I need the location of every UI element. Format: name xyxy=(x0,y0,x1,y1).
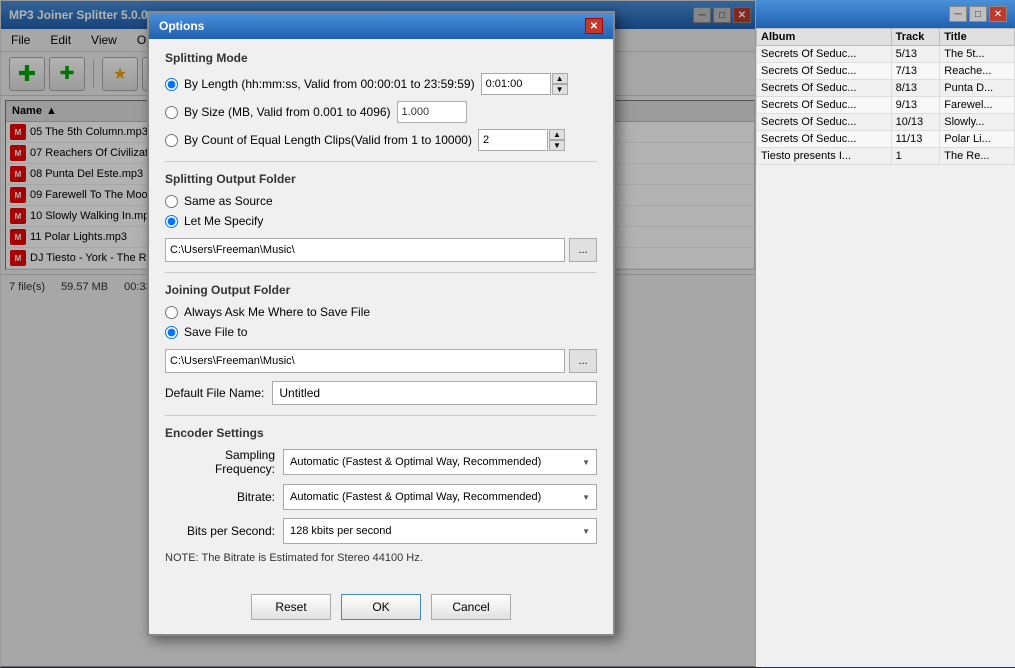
dialog-overlay: Options ✕ Splitting Mode By Length (hh:m… xyxy=(1,1,761,668)
by-size-row: By Size (MB, Valid from 0.001 to 4096) 1… xyxy=(165,101,597,123)
length-down-arrow[interactable]: ▼ xyxy=(552,84,568,95)
splitting-output-label: Splitting Output Folder xyxy=(165,172,597,186)
table-row[interactable]: Secrets Of Seduc... 10/13 Slowly... xyxy=(757,114,1015,131)
bitrate-arrow: ▼ xyxy=(582,493,590,502)
sampling-freq-row: Sampling Frequency: Automatic (Fastest &… xyxy=(165,448,597,476)
join-path-input[interactable] xyxy=(165,349,565,373)
main-window: MP3 Joiner Splitter 5.0.0 ─ □ ✕ File Edi… xyxy=(0,0,760,667)
encoder-note: NOTE: The Bitrate is Estimated for Stere… xyxy=(165,552,597,564)
table-row[interactable]: Secrets Of Seduc... 9/13 Farewel... xyxy=(757,97,1015,114)
encoder-settings-label: Encoder Settings xyxy=(165,426,597,440)
splitting-output-group: Same as Source Let Me Specify xyxy=(165,194,597,228)
length-spin-wrapper: 0:01:00 ▲ ▼ xyxy=(481,73,568,95)
joining-output-label: Joining Output Folder xyxy=(165,283,597,297)
save-file-to-row: Save File to xyxy=(165,325,597,339)
count-down-arrow[interactable]: ▼ xyxy=(549,140,565,151)
default-filename-value: Untitled xyxy=(272,381,597,405)
dialog-title-text: Options xyxy=(159,19,204,33)
bits-per-sec-row: Bits per Second: 128 kbits per second ▼ xyxy=(165,518,597,544)
same-as-source-row: Same as Source xyxy=(165,194,597,208)
split-path-row: ... xyxy=(165,238,597,262)
by-count-radio[interactable] xyxy=(165,134,178,147)
always-ask-row: Always Ask Me Where to Save File xyxy=(165,305,597,319)
by-length-row: By Length (hh:mm:ss, Valid from 00:00:01… xyxy=(165,73,597,95)
dialog-title-bar: Options ✕ xyxy=(149,13,613,39)
table-row[interactable]: Secrets Of Seduc... 8/13 Punta D... xyxy=(757,80,1015,97)
join-browse-button[interactable]: ... xyxy=(569,349,597,373)
table-row[interactable]: Tiesto presents I... 1 The Re... xyxy=(757,148,1015,165)
joining-output-group: Always Ask Me Where to Save File Save Fi… xyxy=(165,305,597,339)
default-filename-label: Default File Name: xyxy=(165,386,264,400)
save-file-to-radio[interactable] xyxy=(165,326,178,339)
default-filename-row: Default File Name: Untitled xyxy=(165,381,597,405)
size-input[interactable]: 1.000 xyxy=(397,101,467,123)
split-browse-button[interactable]: ... xyxy=(569,238,597,262)
split-path-input[interactable] xyxy=(165,238,565,262)
right-panel-content: Album Track Title Secrets Of Seduc... 5/… xyxy=(756,28,1015,667)
divider-2 xyxy=(165,272,597,273)
same-as-source-label: Same as Source xyxy=(184,194,273,208)
table-row[interactable]: Secrets Of Seduc... 7/13 Reache... xyxy=(757,63,1015,80)
bitrate-dropdown[interactable]: Automatic (Fastest & Optimal Way, Recomm… xyxy=(283,484,597,510)
length-input[interactable]: 0:01:00 xyxy=(481,73,551,95)
count-up-arrow[interactable]: ▲ xyxy=(549,129,565,140)
col-title: Title xyxy=(940,29,1015,46)
save-file-to-label: Save File to xyxy=(184,325,247,339)
same-as-source-radio[interactable] xyxy=(165,195,178,208)
by-count-label: By Count of Equal Length Clips(Valid fro… xyxy=(184,133,472,147)
divider-3 xyxy=(165,415,597,416)
bitrate-row: Bitrate: Automatic (Fastest & Optimal Wa… xyxy=(165,484,597,510)
right-max-button[interactable]: □ xyxy=(969,6,987,22)
bits-per-sec-arrow: ▼ xyxy=(582,527,590,536)
reset-button[interactable]: Reset xyxy=(251,594,331,620)
right-panel: ─ □ ✕ Album Track Title Secrets Of Seduc… xyxy=(755,0,1015,667)
divider-1 xyxy=(165,161,597,162)
sampling-freq-arrow: ▼ xyxy=(582,458,590,467)
bits-per-sec-label: Bits per Second: xyxy=(165,524,275,538)
join-path-row: ... xyxy=(165,349,597,373)
length-up-arrow[interactable]: ▲ xyxy=(552,73,568,84)
by-count-row: By Count of Equal Length Clips(Valid fro… xyxy=(165,129,597,151)
table-row[interactable]: Secrets Of Seduc... 5/13 The 5t... xyxy=(757,46,1015,63)
always-ask-label: Always Ask Me Where to Save File xyxy=(184,305,370,319)
by-length-label: By Length (hh:mm:ss, Valid from 00:00:01… xyxy=(184,77,475,91)
length-spin-arrows: ▲ ▼ xyxy=(552,73,568,95)
col-album: Album xyxy=(757,29,892,46)
count-spin-arrows: ▲ ▼ xyxy=(549,129,565,151)
count-input[interactable]: 2 xyxy=(478,129,548,151)
right-close-button[interactable]: ✕ xyxy=(989,6,1007,22)
right-min-button[interactable]: ─ xyxy=(949,6,967,22)
dialog-close-button[interactable]: ✕ xyxy=(585,18,603,34)
bits-per-sec-dropdown[interactable]: 128 kbits per second ▼ xyxy=(283,518,597,544)
sampling-freq-dropdown[interactable]: Automatic (Fastest & Optimal Way, Recomm… xyxy=(283,449,597,475)
by-size-label: By Size (MB, Valid from 0.001 to 4096) xyxy=(184,105,391,119)
splitting-mode-label: Splitting Mode xyxy=(165,51,597,65)
col-track: Track xyxy=(891,29,940,46)
let-me-specify-row: Let Me Specify xyxy=(165,214,597,228)
track-table: Album Track Title Secrets Of Seduc... 5/… xyxy=(756,28,1015,165)
dialog-footer: Reset OK Cancel xyxy=(149,584,613,634)
options-dialog: Options ✕ Splitting Mode By Length (hh:m… xyxy=(147,11,615,636)
bitrate-label: Bitrate: xyxy=(165,490,275,504)
sampling-freq-label: Sampling Frequency: xyxy=(165,448,275,476)
by-size-radio[interactable] xyxy=(165,106,178,119)
cancel-button[interactable]: Cancel xyxy=(431,594,511,620)
let-me-specify-label: Let Me Specify xyxy=(184,214,263,228)
ok-button[interactable]: OK xyxy=(341,594,421,620)
always-ask-radio[interactable] xyxy=(165,306,178,319)
let-me-specify-radio[interactable] xyxy=(165,215,178,228)
splitting-mode-group: By Length (hh:mm:ss, Valid from 00:00:01… xyxy=(165,73,597,151)
by-length-radio[interactable] xyxy=(165,78,178,91)
table-row[interactable]: Secrets Of Seduc... 11/13 Polar Li... xyxy=(757,131,1015,148)
right-panel-title-bar: ─ □ ✕ xyxy=(756,0,1015,28)
count-spin-wrapper: 2 ▲ ▼ xyxy=(478,129,565,151)
dialog-body: Splitting Mode By Length (hh:mm:ss, Vali… xyxy=(149,39,613,584)
